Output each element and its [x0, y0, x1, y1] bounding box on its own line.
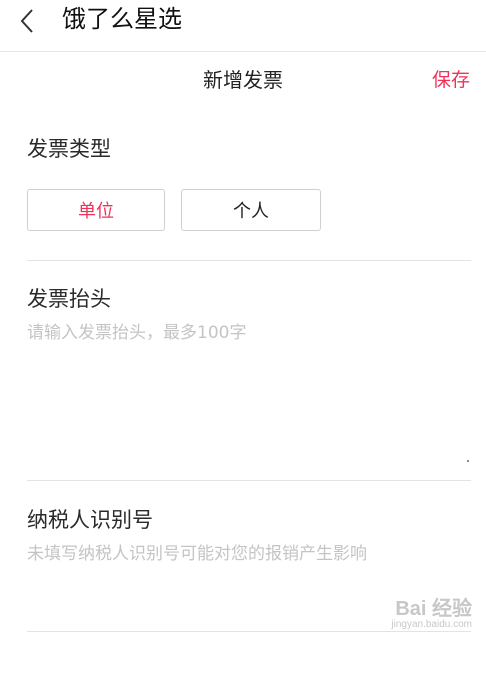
scroll-marker	[467, 460, 469, 462]
tax-id-label: 纳税人识别号	[27, 508, 153, 532]
watermark-logo: Bai 经验 jingyan.baidu.com	[391, 592, 472, 630]
divider	[27, 480, 471, 481]
top-app-bar: 饿了么星选	[0, 0, 486, 52]
back-button[interactable]	[10, 4, 44, 38]
invoice-header-label: 发票抬头	[27, 287, 111, 311]
invoice-type-label: 发票类型	[27, 137, 111, 161]
invoice-header-input[interactable]	[27, 321, 467, 345]
divider	[27, 260, 471, 261]
invoice-type-company-button[interactable]: 单位	[27, 189, 165, 231]
save-button[interactable]: 保存	[432, 66, 470, 94]
app-title: 饿了么星选	[62, 5, 182, 33]
page-header: 新增发票 保存	[0, 52, 486, 110]
watermark-sub: jingyan.baidu.com	[391, 619, 472, 630]
chevron-left-icon	[20, 9, 33, 33]
watermark-main: Bai 经验	[395, 598, 472, 620]
page-title: 新增发票	[203, 68, 283, 92]
divider	[27, 631, 471, 632]
tax-id-input[interactable]	[27, 542, 467, 566]
invoice-type-personal-button[interactable]: 个人	[181, 189, 321, 231]
